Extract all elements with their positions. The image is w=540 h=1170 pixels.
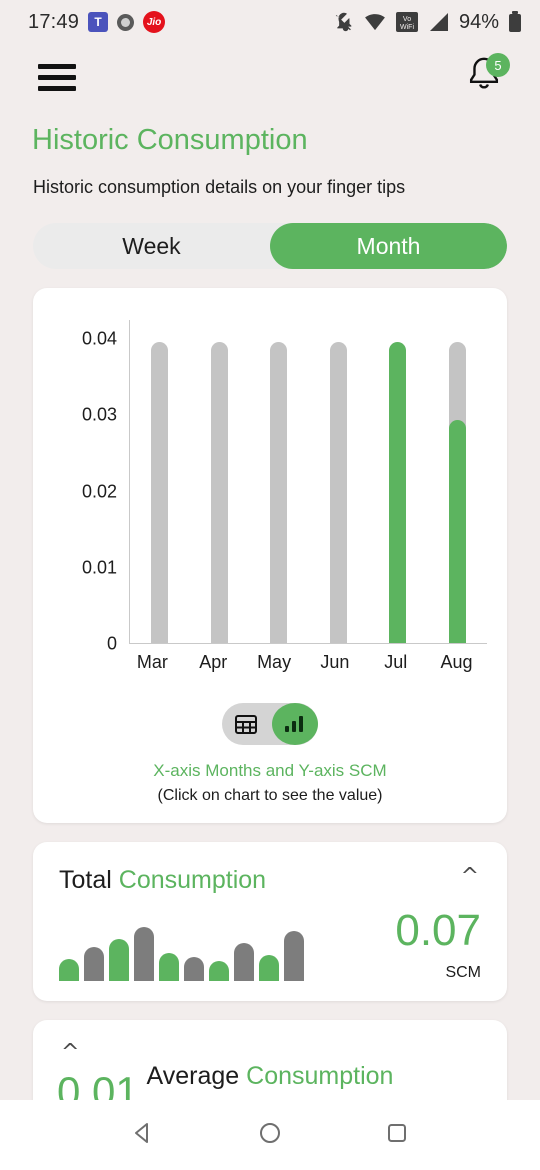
teams-icon: T <box>88 12 109 32</box>
chart-card: 0 0.01 0.02 0.03 0.04 Mar Apr May Jun Jul Aug X-a… <box>33 288 507 823</box>
y-axis-tick: 0.02 <box>81 481 117 502</box>
battery-icon <box>509 11 521 32</box>
period-toggle-month[interactable]: Month <box>270 223 507 269</box>
axis-description: X-axis Months and Y-axis SCM <box>153 761 387 780</box>
x-axis-line <box>129 643 487 644</box>
chevron-up-icon[interactable]: ^ <box>461 866 479 888</box>
back-button[interactable] <box>130 1120 156 1151</box>
home-circle-icon <box>259 1122 280 1143</box>
battery-percent-label: 94% <box>458 10 499 33</box>
chart-bar-column[interactable] <box>249 314 309 643</box>
chart-bar-column[interactable] <box>368 314 428 643</box>
app-icon <box>117 13 135 31</box>
total-consumption-title: Total Consumption <box>59 866 481 895</box>
total-consumption-value: 0.07 <box>395 906 481 955</box>
chart-bar-column[interactable] <box>190 314 250 643</box>
status-bar-right: Vo WiFi 94% <box>333 11 522 34</box>
page-subtitle: Historic consumption details on your fin… <box>33 177 406 197</box>
x-axis-label: Aug <box>440 652 473 672</box>
y-axis-tick: 0 <box>106 633 117 654</box>
average-label-green: Consumption <box>246 1062 394 1090</box>
chart-bar[interactable] <box>270 341 288 643</box>
average-label: Average <box>146 1062 240 1090</box>
jio-icon: Jio <box>143 11 166 33</box>
y-axis-tick: 0.03 <box>81 404 117 425</box>
bar-chart[interactable]: 0 0.01 0.02 0.03 0.04 <box>55 314 493 654</box>
notifications-button[interactable]: 5 <box>462 53 510 101</box>
status-bar-left: 17:49 T Jio <box>28 10 166 34</box>
sparkline-bar <box>84 947 104 981</box>
x-axis-labels: Mar Apr May Jun Jul Aug <box>122 652 487 673</box>
status-bar: 17:49 T Jio Vo WiFi 94% <box>0 0 540 44</box>
period-toggle-week[interactable]: Week <box>33 223 270 269</box>
table-view-option[interactable] <box>222 703 270 745</box>
total-consumption-unit: SCM <box>445 964 481 981</box>
back-triangle-icon <box>135 1122 149 1143</box>
x-axis-label: Jun <box>320 652 350 672</box>
notification-badge: 5 <box>486 53 510 77</box>
total-value-group: 0.07 SCM <box>395 909 481 981</box>
sparkline-bar <box>159 953 179 981</box>
sparkline-bar <box>184 957 204 981</box>
page-title: Historic Consumption <box>32 124 308 156</box>
x-axis-label: Apr <box>199 652 228 672</box>
hamburger-menu-icon[interactable] <box>38 58 76 97</box>
signal-icon <box>429 13 448 31</box>
total-consumption-card[interactable]: Total Consumption ^ 0.07 SCM <box>33 842 507 1001</box>
status-bar-clock: 17:49 <box>28 10 80 33</box>
chart-bar-fill <box>448 420 466 643</box>
home-button[interactable] <box>257 1120 283 1151</box>
chart-bar-column[interactable] <box>309 314 369 643</box>
period-toggle: Week Month <box>33 223 507 269</box>
sparkline-bar <box>209 961 229 981</box>
sparkline-bar <box>134 927 154 981</box>
x-axis-label: Mar <box>136 652 168 672</box>
y-axis-tick: 0.04 <box>81 328 117 349</box>
bar-chart-icon <box>285 716 303 732</box>
sparkline-bar <box>109 939 129 981</box>
chart-bar-column[interactable] <box>428 314 488 643</box>
sparkline-bar <box>284 931 304 981</box>
svg-text:WiFi: WiFi <box>400 24 414 31</box>
chart-view-toggle[interactable] <box>222 703 318 745</box>
table-icon <box>235 714 257 734</box>
chart-hint: (Click on chart to see the value) <box>157 787 383 804</box>
chart-view-option[interactable] <box>270 703 318 745</box>
svg-text:Vo: Vo <box>403 16 411 23</box>
chart-bar[interactable] <box>448 341 466 643</box>
hamburger-bar <box>38 74 76 80</box>
sparkline-bar <box>234 943 254 981</box>
recents-square-icon <box>387 1123 406 1142</box>
chart-bar[interactable] <box>329 341 347 643</box>
sparkline-bar <box>59 959 79 981</box>
chart-bars <box>130 314 487 643</box>
sparkline-bar <box>259 955 279 981</box>
chart-bar[interactable] <box>151 341 169 643</box>
hamburger-bar <box>38 85 76 91</box>
hamburger-bar <box>38 63 76 69</box>
chevron-up-icon[interactable]: ^ <box>61 1042 79 1064</box>
x-axis-label: May <box>257 652 292 672</box>
android-navigation-bar <box>0 1100 540 1170</box>
y-axis-tick: 0.01 <box>81 557 117 578</box>
total-consumption-body: 0.07 SCM <box>59 909 481 981</box>
bell-muted-icon <box>335 12 352 32</box>
chart-bar[interactable] <box>210 341 228 643</box>
app-top-bar: 5 <box>0 44 540 110</box>
recents-button[interactable] <box>384 1120 410 1151</box>
total-label: Total <box>59 866 112 894</box>
vowifi-icon: Vo WiFi <box>395 12 418 32</box>
app-root: 17:49 T Jio Vo WiFi 94% 5 Historic Consu… <box>0 0 540 1170</box>
total-sparkline <box>59 923 304 981</box>
wifi-icon <box>365 14 385 31</box>
chart-bar[interactable] <box>389 341 407 643</box>
x-axis-label: Jul <box>384 652 408 672</box>
total-label-green: Consumption <box>118 866 267 894</box>
chart-bar-column[interactable] <box>130 314 190 643</box>
